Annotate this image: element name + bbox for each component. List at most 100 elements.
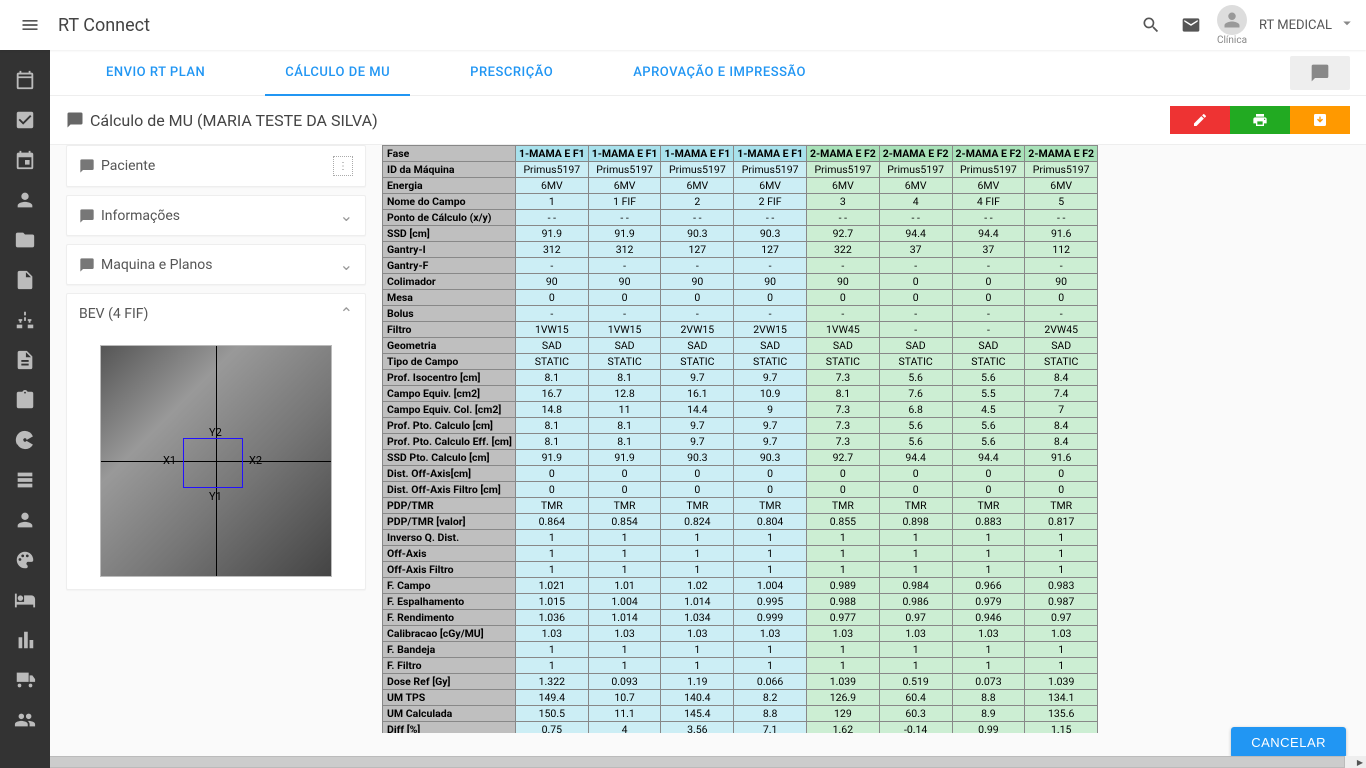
- table-row: ID da MáquinaPrimus5197Primus5197Primus5…: [383, 162, 1098, 178]
- table-cell: 6MV: [1025, 178, 1098, 194]
- table-cell: 7.3: [807, 402, 880, 418]
- table-cell: - -: [952, 210, 1025, 226]
- table-cell: 0.99: [952, 722, 1025, 734]
- cancel-button[interactable]: CANCELAR: [1231, 727, 1346, 758]
- row-header: Diff [%]: [383, 722, 516, 734]
- sidebar-item-chart[interactable]: [0, 620, 50, 660]
- avatar[interactable]: [1217, 5, 1247, 35]
- table-row: F. Espalhamento1.0151.0041.0140.9950.988…: [383, 594, 1098, 610]
- table-cell: 0.824: [661, 514, 734, 530]
- table-cell: 6MV: [515, 178, 588, 194]
- table-cell: 1: [952, 642, 1025, 658]
- table-cell: SAD: [734, 338, 807, 354]
- table-cell: 1: [952, 530, 1025, 546]
- panel-bev[interactable]: BEV (4 FIF) ⌃: [67, 294, 365, 333]
- table-cell: 1.322: [515, 674, 588, 690]
- panel-menu-icon[interactable]: ⋮: [333, 156, 353, 176]
- edit-button[interactable]: [1170, 106, 1230, 134]
- table-cell: 1: [807, 546, 880, 562]
- table-cell: 4 FIF: [952, 194, 1025, 210]
- sidebar-item-event[interactable]: [0, 140, 50, 180]
- table-cell: 8.1: [515, 418, 588, 434]
- table-cell: 1.004: [588, 594, 661, 610]
- table-cell: 1-MAMA E F1: [515, 146, 588, 162]
- table-cell: 1VW45: [807, 322, 880, 338]
- row-header: Geometria: [383, 338, 516, 354]
- table-row: Ponto de Cálculo (x/y)- -- -- -- -- -- -…: [383, 210, 1098, 226]
- scroll-thumb[interactable]: [0, 756, 1345, 768]
- search-icon[interactable]: [1131, 5, 1171, 45]
- sidebar-item-radiation[interactable]: [0, 420, 50, 460]
- table-cell: 134.1: [1025, 690, 1098, 706]
- table-cell: 91.6: [1025, 450, 1098, 466]
- table-cell: 0: [515, 466, 588, 482]
- table-cell: 90.3: [734, 450, 807, 466]
- tab-envio[interactable]: ENVIO RT PLAN: [66, 50, 245, 96]
- tab-prescricao[interactable]: PRESCRIÇÃO: [430, 50, 593, 96]
- comments-button[interactable]: [1290, 56, 1350, 90]
- table-cell: -: [734, 258, 807, 274]
- panel-informacoes[interactable]: Informações ⌄: [67, 196, 365, 235]
- scroll-right-icon[interactable]: ▶: [1354, 756, 1366, 768]
- table-cell: 91.9: [515, 226, 588, 242]
- sidebar-item-clipboard[interactable]: [0, 380, 50, 420]
- row-header: Prof. Pto. Calculo [cm]: [383, 418, 516, 434]
- row-header: UM Calculada: [383, 706, 516, 722]
- table-cell: 149.4: [515, 690, 588, 706]
- sidebar-item-server[interactable]: [0, 460, 50, 500]
- table-cell: 5.6: [879, 370, 952, 386]
- table-row: Mesa00000000: [383, 290, 1098, 306]
- table-cell: 1: [734, 546, 807, 562]
- table-cell: 94.4: [952, 226, 1025, 242]
- table-cell: 10.9: [734, 386, 807, 402]
- panel-paciente[interactable]: Paciente ⋮: [67, 146, 365, 186]
- table-cell: -: [952, 258, 1025, 274]
- sidebar-item-folder[interactable]: [0, 220, 50, 260]
- table-cell: 9.7: [661, 418, 734, 434]
- table-cell: 0: [807, 482, 880, 498]
- sidebar-item-person2[interactable]: [0, 500, 50, 540]
- tab-aprovacao[interactable]: APROVAÇÃO E IMPRESSÃO: [593, 50, 846, 96]
- table-cell: 8.4: [1025, 370, 1098, 386]
- table-cell: 8.4: [1025, 434, 1098, 450]
- table-cell: 0: [515, 290, 588, 306]
- sidebar-item-bed[interactable]: [0, 580, 50, 620]
- table-cell: 90.3: [734, 226, 807, 242]
- table-cell: -: [879, 306, 952, 322]
- table-cell: 90: [807, 274, 880, 290]
- export-button[interactable]: [1290, 106, 1350, 134]
- sidebar-item-document[interactable]: [0, 340, 50, 380]
- table-cell: -: [1025, 306, 1098, 322]
- table-cell: 1: [661, 642, 734, 658]
- sidebar-item-users[interactable]: [0, 700, 50, 740]
- table-cell: 90.3: [661, 450, 734, 466]
- mail-icon[interactable]: [1171, 5, 1211, 45]
- chevron-down-icon[interactable]: [1338, 14, 1356, 36]
- horizontal-scrollbar[interactable]: ◀ ▶: [0, 756, 1366, 768]
- table-cell: 1: [734, 658, 807, 674]
- table-cell: -: [661, 258, 734, 274]
- panel-maquina[interactable]: Maquina e Planos ⌄: [67, 245, 365, 284]
- table-cell: 1: [734, 642, 807, 658]
- sidebar-item-hierarchy[interactable]: [0, 300, 50, 340]
- app-title: RT Connect: [58, 15, 150, 36]
- table-cell: 90: [515, 274, 588, 290]
- table-cell: 3.56: [661, 722, 734, 734]
- table-cell: 1: [879, 546, 952, 562]
- sidebar-item-person[interactable]: [0, 180, 50, 220]
- table-row: Filtro1VW151VW152VW152VW151VW45--2VW45: [383, 322, 1098, 338]
- table-row: Dist. Off-Axis[cm]00000000: [383, 466, 1098, 482]
- table-cell: 1.03: [734, 626, 807, 642]
- table-cell: 37: [879, 242, 952, 258]
- row-header: Gantry-I: [383, 242, 516, 258]
- table-cell: -: [952, 322, 1025, 338]
- row-header: F. Campo: [383, 578, 516, 594]
- sidebar-item-calendar[interactable]: [0, 60, 50, 100]
- tab-calculo[interactable]: CÁLCULO DE MU: [245, 50, 430, 96]
- print-button[interactable]: [1230, 106, 1290, 134]
- sidebar-item-file[interactable]: [0, 260, 50, 300]
- sidebar-item-truck[interactable]: [0, 660, 50, 700]
- sidebar-item-palette[interactable]: [0, 540, 50, 580]
- hamburger-icon[interactable]: [10, 5, 50, 45]
- sidebar-item-check[interactable]: [0, 100, 50, 140]
